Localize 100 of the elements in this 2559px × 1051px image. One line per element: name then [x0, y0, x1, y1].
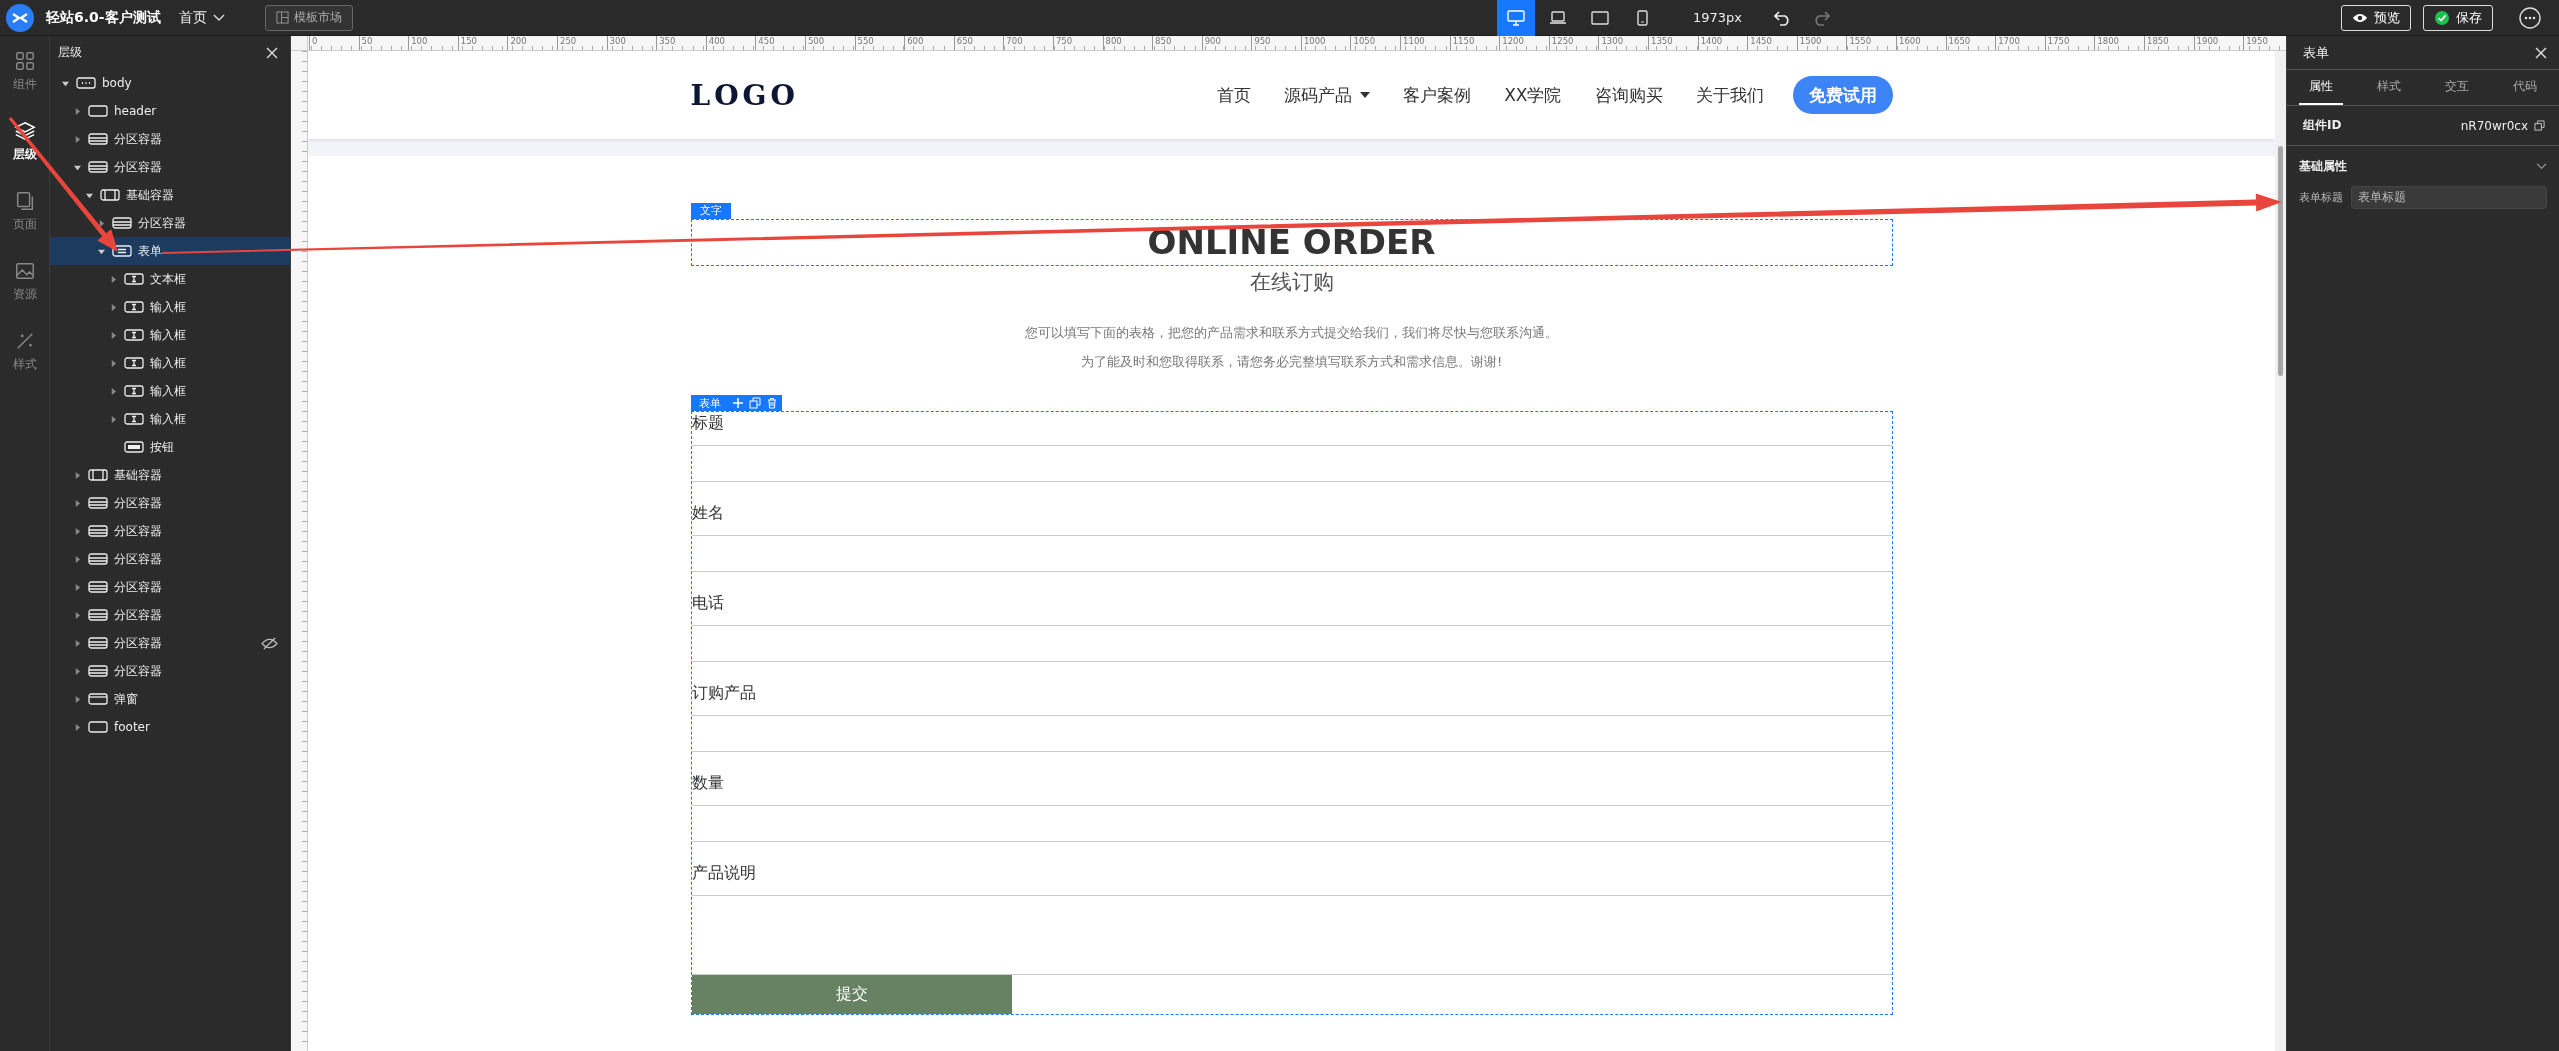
caret-icon[interactable]: [110, 387, 117, 395]
layer-item[interactable]: 输入框: [50, 349, 290, 377]
nav-link[interactable]: 客户案例: [1403, 83, 1472, 107]
layer-item[interactable]: 输入框: [50, 377, 290, 405]
layer-item[interactable]: 输入框: [50, 405, 290, 433]
nav-link[interactable]: 首页: [1217, 83, 1252, 107]
caret-icon[interactable]: [74, 471, 81, 479]
layer-item[interactable]: 分区容器: [50, 629, 290, 657]
field-label: 电话: [691, 592, 725, 614]
layer-item[interactable]: 分区容器: [50, 125, 290, 153]
caret-icon[interactable]: [110, 275, 117, 283]
form-title-field[interactable]: 表单标题: [2351, 186, 2547, 209]
styles-tab[interactable]: 样式: [0, 316, 49, 386]
caret-icon[interactable]: [74, 611, 81, 619]
app-logo-icon: [6, 3, 34, 32]
ruler-label: 1300: [1598, 36, 1649, 50]
layer-item[interactable]: header: [50, 97, 290, 125]
ruler-label: 1800: [2094, 36, 2144, 50]
more-icon[interactable]: [2519, 6, 2541, 29]
components-tab[interactable]: 组件: [0, 36, 49, 106]
copy-icon[interactable]: [748, 397, 761, 409]
caret-icon[interactable]: [74, 667, 81, 675]
nav-link[interactable]: 源码产品: [1284, 83, 1371, 107]
section-icon: [88, 636, 108, 650]
layer-item[interactable]: 输入框: [50, 321, 290, 349]
caret-icon[interactable]: [74, 695, 81, 703]
caret-icon[interactable]: [86, 191, 93, 199]
page-dropdown[interactable]: 首页: [174, 4, 229, 31]
caret-icon[interactable]: [74, 555, 81, 563]
add-icon[interactable]: [731, 397, 744, 409]
caret-icon[interactable]: [74, 527, 81, 535]
assets-tab[interactable]: 资源: [0, 246, 49, 316]
layer-item[interactable]: 基础容器: [50, 461, 290, 489]
input-field[interactable]: [691, 715, 1892, 752]
caret-icon[interactable]: [110, 331, 117, 339]
inspector-tab[interactable]: 样式: [2367, 70, 2411, 105]
inspector-tab[interactable]: 交互: [2435, 70, 2479, 105]
ruler-label: 750: [1052, 36, 1103, 50]
input-field[interactable]: [691, 445, 1892, 482]
close-icon[interactable]: [2535, 46, 2547, 59]
caret-icon[interactable]: [62, 79, 69, 87]
caret-icon[interactable]: [74, 723, 81, 731]
inspector-tab[interactable]: 属性: [2299, 70, 2343, 105]
layer-item[interactable]: 分区容器: [50, 573, 290, 601]
caret-icon[interactable]: [74, 639, 81, 647]
columns-icon: [100, 188, 120, 202]
submit-button[interactable]: 提交: [691, 975, 1012, 1014]
nav-link[interactable]: 关于我们: [1695, 83, 1764, 107]
nav-link[interactable]: 咨询购买: [1594, 83, 1663, 107]
save-button[interactable]: 保存: [2423, 4, 2493, 31]
pages-tab[interactable]: 页面: [0, 176, 49, 246]
layer-item[interactable]: 分区容器: [50, 209, 290, 237]
input-field[interactable]: [691, 535, 1892, 572]
caret-icon[interactable]: [98, 219, 105, 227]
layer-item[interactable]: 分区容器: [50, 545, 290, 573]
layer-item[interactable]: 基础容器: [50, 181, 290, 209]
layers-tab[interactable]: 层级: [0, 106, 49, 176]
caret-icon[interactable]: [74, 583, 81, 591]
layer-item[interactable]: footer: [50, 713, 290, 741]
caret-icon[interactable]: [74, 107, 81, 115]
layer-item[interactable]: 文本框: [50, 265, 290, 293]
free-trial-button[interactable]: 免费试用: [1792, 76, 1893, 114]
site-logo[interactable]: LOGO: [690, 78, 799, 112]
caret-icon[interactable]: [74, 163, 81, 171]
layer-item[interactable]: 分区容器: [50, 601, 290, 629]
layer-item[interactable]: 弹窗: [50, 685, 290, 713]
layer-item[interactable]: 分区容器: [50, 657, 290, 685]
layer-item[interactable]: 分区容器: [50, 153, 290, 181]
trash-icon[interactable]: [765, 397, 778, 409]
layer-item[interactable]: body: [50, 69, 290, 97]
inspector-tab[interactable]: 代码: [2503, 70, 2547, 105]
preview-button[interactable]: 预览: [2341, 4, 2411, 31]
input-field[interactable]: [691, 625, 1892, 662]
copy-icon[interactable]: [2534, 120, 2545, 131]
ruler-label: 900: [1201, 36, 1252, 50]
input-field[interactable]: [691, 805, 1892, 842]
layer-item[interactable]: 输入框: [50, 293, 290, 321]
caret-icon[interactable]: [110, 415, 117, 423]
close-icon[interactable]: [266, 46, 278, 59]
layer-item[interactable]: 按钮: [50, 433, 290, 461]
caret-icon[interactable]: [74, 499, 81, 507]
layer-item[interactable]: 表单: [50, 237, 290, 265]
eye-off-icon[interactable]: [261, 636, 278, 650]
nav-link[interactable]: XX学院: [1504, 83, 1562, 107]
caret-icon[interactable]: [98, 247, 105, 255]
template-market-button[interactable]: 模板市场: [264, 4, 353, 31]
scrollbar[interactable]: [2275, 51, 2286, 1051]
scrollbar-thumb[interactable]: [2278, 146, 2283, 376]
chevron-icon[interactable]: [2536, 162, 2547, 170]
ruler-label: 1450: [1747, 36, 1797, 50]
textarea-field[interactable]: [691, 895, 1892, 975]
ruler-label: 500: [804, 36, 855, 50]
layer-item[interactable]: 分区容器: [50, 489, 290, 517]
caret-icon[interactable]: [110, 303, 117, 311]
layer-item[interactable]: 分区容器: [50, 517, 290, 545]
chevron-down-icon: [212, 13, 225, 22]
caret-icon[interactable]: [110, 359, 117, 367]
caret-icon[interactable]: [74, 135, 81, 143]
rectangle-icon: [88, 104, 108, 118]
section-icon: [88, 160, 108, 174]
